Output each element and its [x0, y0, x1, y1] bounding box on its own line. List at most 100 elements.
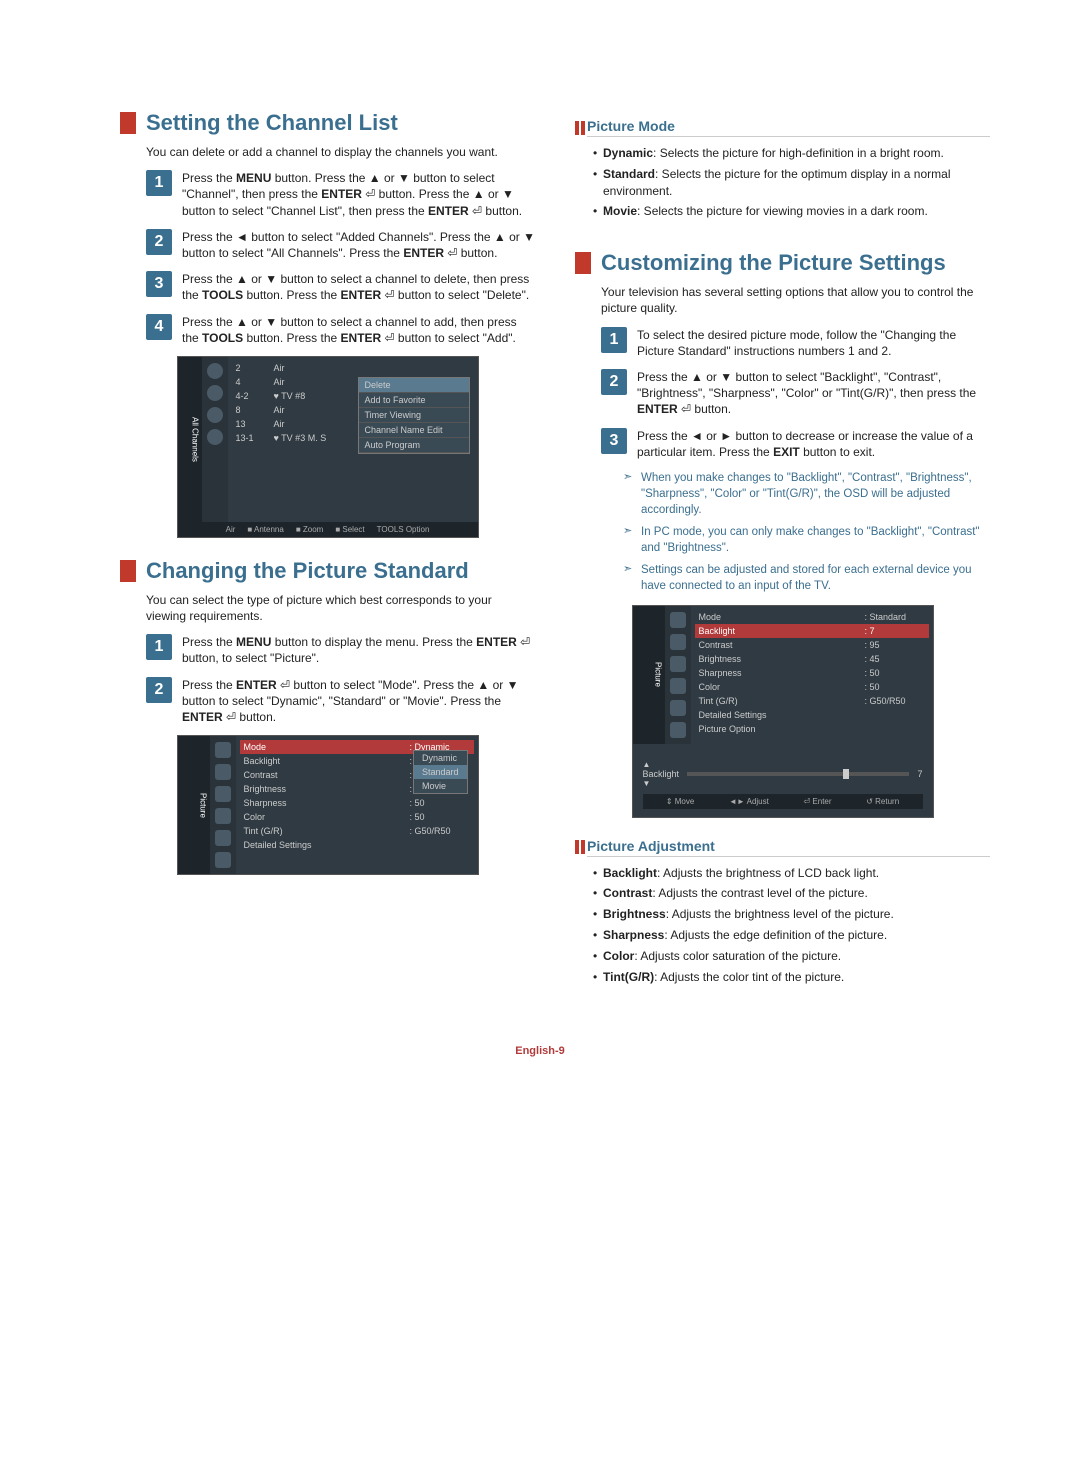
accent-bar-icon	[581, 840, 585, 854]
step: 1 To select the desired picture mode, fol…	[601, 327, 990, 359]
step-number: 2	[601, 369, 627, 395]
osd-footer-item: Air	[226, 525, 236, 534]
step-text: Press the MENU button to display the men…	[182, 634, 535, 666]
menu-icon	[670, 722, 686, 738]
bullet-item: Movie: Selects the picture for viewing m…	[593, 203, 990, 220]
menu-icon	[670, 612, 686, 628]
section-title: Setting the Channel List	[120, 110, 535, 136]
timer-icon	[207, 429, 223, 445]
note-item: When you make changes to "Backlight", "C…	[623, 470, 990, 518]
right-column: Picture Mode Dynamic: Selects the pictur…	[575, 110, 990, 995]
osd-row: Contrast: 95	[695, 638, 929, 652]
sub-heading: Picture Adjustment	[587, 838, 990, 857]
step-text: Press the ◄ or ► button to decrease or i…	[637, 428, 990, 460]
slider-value: 7	[917, 769, 922, 779]
step: 2 Press the ENTER ⏎ button to select "Mod…	[146, 677, 535, 726]
lock-icon	[207, 407, 223, 423]
bullet-list: Backlight: Adjusts the brightness of LCD…	[593, 865, 990, 986]
osd-dropdown-item: Dynamic	[414, 751, 467, 765]
osd-side-label: Picture	[633, 606, 665, 744]
osd-picture-mode: Picture Mode: DynamicBacklight: 7Contras…	[177, 735, 479, 875]
note-item: Settings can be adjusted and stored for …	[623, 562, 990, 594]
osd-menu-item: Auto Program	[359, 438, 469, 453]
heading: Customizing the Picture Settings	[601, 250, 946, 276]
osd-dropdown-item: Movie	[414, 779, 467, 793]
menu-icon	[215, 852, 231, 868]
step-text: Press the ▲ or ▼ button to select a chan…	[182, 314, 535, 346]
osd-footer-item: ■ Select	[335, 525, 364, 534]
menu-icon	[215, 786, 231, 802]
antenna-icon	[207, 363, 223, 379]
bullet-item: Backlight: Adjusts the brightness of LCD…	[593, 865, 990, 882]
note-list: When you make changes to "Backlight", "C…	[623, 470, 990, 595]
osd-menu-item: Delete	[359, 378, 469, 393]
bullet-list: Dynamic: Selects the picture for high-de…	[593, 145, 990, 220]
step-list: 1 Press the MENU button. Press the ▲ or ▼…	[146, 170, 535, 346]
osd-context-menu: DeleteAdd to FavoriteTimer ViewingChanne…	[358, 377, 470, 454]
osd-slider-block: ▲ Backlight 7 ▼ ⇕ Move◄► Adjust⏎ Enter↺ …	[633, 752, 933, 817]
bullet-item: Sharpness: Adjusts the edge definition o…	[593, 927, 990, 944]
left-column: Setting the Channel List You can delete …	[120, 110, 535, 995]
osd-row: Mode: Standard	[695, 610, 929, 624]
osd-row: Tint (G/R): G50/R50	[240, 824, 474, 838]
section-title: Customizing the Picture Settings	[575, 250, 990, 276]
osd-icon-column	[202, 357, 228, 522]
bullet-item: Tint(G/R): Adjusts the color tint of the…	[593, 969, 990, 986]
step-text: Press the ◄ button to select "Added Chan…	[182, 229, 535, 261]
step: 1 Press the MENU button. Press the ▲ or ▼…	[146, 170, 535, 219]
sub-heading: Picture Mode	[587, 118, 990, 137]
osd-row: Color: 50	[240, 810, 474, 824]
accent-bar-icon	[120, 560, 136, 582]
menu-icon	[215, 764, 231, 780]
step-text: Press the ▲ or ▼ button to select a chan…	[182, 271, 535, 303]
osd-dropdown-item: Standard	[414, 765, 467, 779]
osd-menu-item: Add to Favorite	[359, 393, 469, 408]
step: 2 Press the ◄ button to select "Added Cha…	[146, 229, 535, 261]
intro-text: You can select the type of picture which…	[146, 592, 535, 624]
step-list: 1Press the MENU button to display the me…	[146, 634, 535, 725]
heading: Changing the Picture Standard	[146, 558, 469, 584]
bullet-item: Color: Adjusts color saturation of the p…	[593, 948, 990, 965]
step-number: 1	[601, 327, 627, 353]
menu-icon	[670, 700, 686, 716]
osd-footer-item: ■ Antenna	[247, 525, 283, 534]
osd-row: Color: 50	[695, 680, 929, 694]
osd-row: Brightness: 45	[695, 652, 929, 666]
accent-bar-icon	[581, 121, 585, 135]
osd-footer-item: ⇕ Move	[666, 797, 695, 806]
note-item: In PC mode, you can only make changes to…	[623, 524, 990, 556]
osd-footer-item: TOOLS Option	[377, 525, 430, 534]
page-number: English-9	[0, 1035, 1080, 1067]
step: 3Press the ◄ or ► button to decrease or …	[601, 428, 990, 460]
osd-icon-column	[665, 606, 691, 744]
step-number: 2	[146, 229, 172, 255]
step-text: Press the ENTER ⏎ button to select "Mode…	[182, 677, 535, 726]
sub-section-title: Picture Mode	[575, 118, 990, 137]
step-text: Press the MENU button. Press the ▲ or ▼ …	[182, 170, 535, 219]
menu-icon	[670, 656, 686, 672]
osd-row: Tint (G/R): G50/R50	[695, 694, 929, 708]
osd-row: Picture Option	[695, 722, 929, 736]
menu-icon	[670, 678, 686, 694]
accent-bar-icon	[575, 840, 579, 854]
osd-footer-item: ◄► Adjust	[729, 797, 769, 806]
step-number: 1	[146, 170, 172, 196]
step: 3Press the ▲ or ▼ button to select a cha…	[146, 271, 535, 303]
step: 2Press the ▲ or ▼ button to select "Back…	[601, 369, 990, 418]
osd-row: 2Air	[232, 361, 474, 375]
step-text: To select the desired picture mode, foll…	[637, 327, 990, 359]
bullet-item: Contrast: Adjusts the contrast level of …	[593, 885, 990, 902]
menu-icon	[670, 634, 686, 650]
sub-section-title: Picture Adjustment	[575, 838, 990, 857]
menu-icon	[215, 830, 231, 846]
osd-row: Detailed Settings	[695, 708, 929, 722]
slider-label: Backlight	[643, 769, 680, 779]
step-number: 2	[146, 677, 172, 703]
osd-picture-settings: Picture Mode: StandardBacklight: 7Contra…	[632, 605, 934, 818]
step-number: 4	[146, 314, 172, 340]
osd-footer-item: ■ Zoom	[296, 525, 324, 534]
osd-row: Sharpness: 50	[695, 666, 929, 680]
slider-track	[687, 772, 909, 776]
osd-row: Sharpness: 50	[240, 796, 474, 810]
step: 4 Press the ▲ or ▼ button to select a cha…	[146, 314, 535, 346]
